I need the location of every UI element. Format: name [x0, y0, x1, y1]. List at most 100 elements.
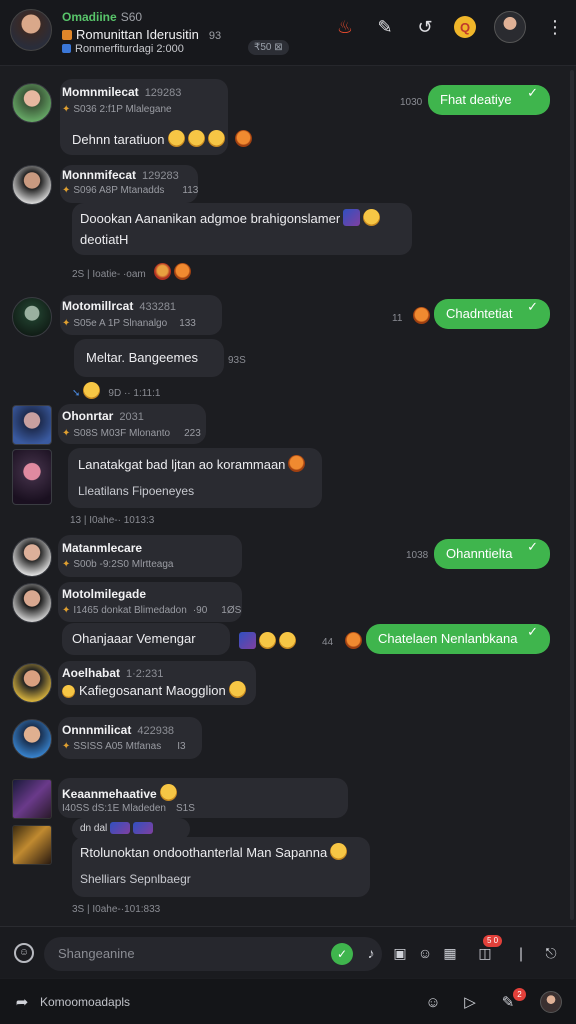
sender-name[interactable]: Matanmlecare — [62, 541, 142, 555]
emoji-icon — [234, 130, 252, 147]
message-time: 2S | Ioatie- ·oam — [72, 263, 191, 280]
outgoing-message[interactable]: Chatelaen Nenlanbkana ✓ — [366, 624, 550, 654]
header-actions: ♨ ✎ ↺ Q ⋮ — [334, 10, 566, 44]
share-icon[interactable]: ➦ — [12, 993, 32, 1013]
message-time: ➘ 9D ·· 1:11:1 — [72, 382, 160, 399]
send-icon[interactable]: ✓ — [331, 943, 353, 965]
message-text: Ohanjaaar Vemengar — [72, 631, 196, 646]
message-meta: ✦ S096 A8P Mtanadds 113 — [62, 185, 199, 196]
bottom-bar-label[interactable]: Komoomoadapls — [40, 995, 130, 1009]
star-icon: ✦ — [62, 104, 71, 115]
chat-header: Omadiine S60 Romunittan Iderusitin 93 Ronm… — [0, 0, 576, 66]
sender-avatar[interactable] — [12, 405, 52, 445]
channel-title-count: S60 — [120, 10, 143, 24]
sender-avatar[interactable] — [12, 297, 52, 337]
outgoing-message[interactable]: Fhat deatiye ✓ — [428, 85, 550, 115]
sender-name[interactable]: Keaanmehaative — [62, 784, 177, 801]
emoji-icon — [343, 209, 361, 226]
more-icon[interactable]: ⋮ — [544, 16, 566, 38]
sender-image[interactable] — [12, 779, 52, 819]
channel-description: Ronmerfiturdagi 2:000 — [62, 43, 184, 55]
message-text: Doookan Aananikan adgmoe brahigonslamer — [80, 209, 381, 229]
outgoing-message-text: Chatelaen Nenlanbkana — [378, 631, 518, 646]
badge-icon[interactable]: Q — [454, 16, 476, 38]
emoji-icon — [288, 455, 306, 472]
channel-title-text: Omadiine — [62, 10, 117, 24]
message-text: Rtolunoktan ondoothanterlal Man Sapanna — [80, 843, 348, 863]
channel-description-text: Ronmerfiturdagi 2:000 — [75, 43, 184, 55]
outgoing-message[interactable]: Chadntetiat ✓ — [434, 299, 550, 329]
scrollbar[interactable] — [570, 70, 574, 920]
user-avatar[interactable] — [494, 11, 526, 43]
message-composer: ☺ Shangeanine ✓ ♪ ▣ ☺ ▦ ◫ 5 0 ❘ ⎋ — [0, 926, 576, 978]
channel-subtitle: Romunittan Iderusitin 93 — [62, 27, 221, 42]
emoji-icon — [133, 822, 154, 834]
channel-subtitle-text: Romunittan Iderusitin — [76, 27, 199, 42]
gif-icon[interactable]: ▦ — [441, 944, 459, 962]
channel-avatar[interactable] — [10, 9, 52, 51]
channel-subtitle-count: 93 — [208, 30, 222, 42]
status-dot-icon — [62, 30, 72, 40]
emoji-icon — [413, 307, 430, 324]
emoji-icon[interactable]: ☺ — [416, 944, 434, 962]
star-icon: ✦ — [62, 185, 71, 196]
pen-icon[interactable]: ✎ — [374, 16, 396, 38]
message-count: 1030 — [400, 97, 423, 108]
sender-name[interactable]: Onnnmilicat 422938 — [62, 723, 174, 737]
message-meta: ✦ S08S M03F Mlonanto 223 — [62, 428, 201, 439]
star-icon: ✦ — [62, 559, 71, 570]
message-meta: ✦ S00b -9:2S0 Mlrtteaga — [62, 559, 174, 570]
message-count: 93S — [228, 355, 246, 366]
sender-avatar[interactable] — [12, 83, 52, 123]
bottom-bar: ➦ Komoomoadapls ☺ ▷ ✎ 2 — [0, 979, 576, 1024]
fire-icon[interactable]: ♨ — [334, 16, 356, 38]
microphone-icon[interactable]: ♪ — [362, 944, 380, 962]
star-icon: ✦ — [62, 428, 71, 439]
emoji-icon — [83, 382, 101, 399]
reply-icon[interactable]: ▷ — [460, 993, 480, 1013]
check-icon: ✓ — [527, 539, 538, 554]
refresh-icon[interactable]: ↺ — [414, 16, 436, 38]
sender-name[interactable]: Motolmilegade — [62, 587, 146, 601]
message-thread[interactable]: Momnmilecat 129283 ✦ S036 2:f1P Mlalegane … — [0, 67, 576, 925]
sender-name[interactable]: Momnmilecat 129283 — [62, 85, 181, 99]
message-time: 13 | I0ahe-· 1013:3 — [70, 515, 155, 526]
emoji-icon — [330, 843, 348, 860]
emoji-icon — [279, 632, 296, 649]
sender-avatar[interactable] — [12, 663, 52, 703]
sender-avatar[interactable] — [12, 719, 52, 759]
emoji-icon — [62, 685, 75, 698]
emoji-icon — [187, 130, 205, 147]
channel-title[interactable]: Omadiine S60 — [62, 10, 142, 24]
divider: ❘ — [515, 945, 527, 961]
message-text: Lanatakgat bad ljtan ao korammaan — [78, 455, 306, 475]
message-meta: I40SS dS:1E Mladeden S1S — [62, 803, 195, 814]
sender-name[interactable]: Monnmifecat 129283 — [62, 168, 179, 182]
inbox-badge: 5 0 — [483, 935, 503, 947]
info-dot-icon — [62, 44, 71, 53]
sender-image[interactable] — [12, 825, 52, 865]
sender-avatar[interactable] — [12, 583, 52, 623]
pin-icon[interactable]: ⎋ — [542, 944, 560, 962]
sticker-icon[interactable]: ▣ — [391, 944, 409, 962]
message-text: deotiatH — [80, 232, 129, 247]
sender-avatar[interactable] — [12, 537, 52, 577]
star-icon: ✦ — [62, 318, 71, 329]
sender-avatar[interactable] — [12, 165, 52, 205]
emoji-icon — [167, 130, 185, 147]
message-text: Kafiegosanant Maogglion — [62, 681, 246, 701]
check-icon: ✓ — [527, 624, 538, 639]
emoji-icon[interactable]: ☺ — [423, 993, 443, 1013]
sender-name[interactable]: Aoelhabat 1·2:231 — [62, 666, 163, 680]
emoji-icon — [110, 822, 131, 834]
outgoing-message[interactable]: Ohanntielta ✓ — [434, 539, 550, 569]
message-input-placeholder: Shangeanine — [58, 946, 135, 961]
sender-image[interactable] — [12, 449, 52, 505]
sender-name[interactable]: Motomillrcat 433281 — [62, 299, 176, 313]
sender-name[interactable]: Ohonrtar 2031 — [62, 409, 144, 423]
user-avatar[interactable] — [540, 991, 562, 1013]
message-meta: ✦ S036 2:f1P Mlalegane — [62, 104, 172, 115]
member-count-badge[interactable]: ₹50 ⊠ — [248, 40, 289, 55]
emoji-icon[interactable]: ☺ — [14, 943, 34, 963]
message-meta: ✦ S05e A 1P Slnanalgo 133 — [62, 318, 196, 329]
